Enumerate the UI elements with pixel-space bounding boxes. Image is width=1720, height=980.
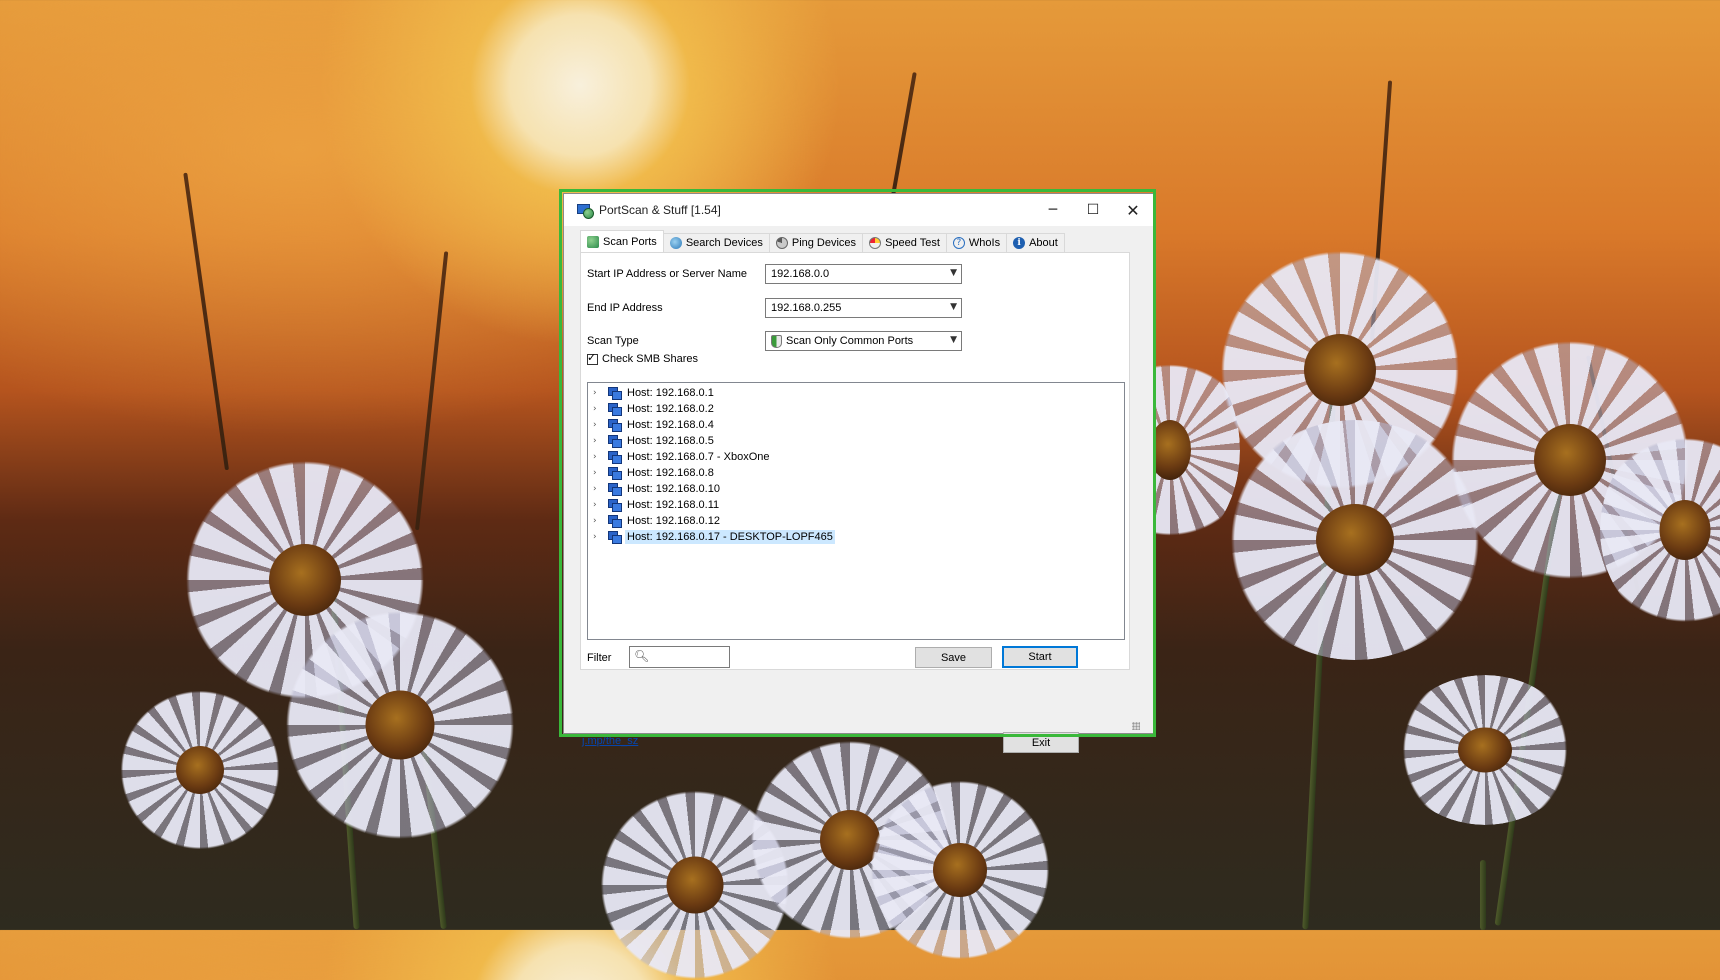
host-label: Host: 192.168.0.5 [627, 435, 714, 447]
tree-item-selected[interactable]: › Host: 192.168.0.17 - DESKTOP-LOPF465 [593, 529, 835, 545]
tab-label: About [1029, 237, 1058, 249]
start-ip-combobox[interactable]: 192.168.0.0 ▼ [765, 264, 962, 284]
computer-icon [608, 451, 622, 464]
end-ip-combobox[interactable]: 192.168.0.255 ▼ [765, 298, 962, 318]
scan-type-value: Scan Only Common Ports [786, 335, 914, 347]
tab-scan-ports[interactable]: Scan Ports [580, 230, 664, 252]
scan-ports-icon [587, 235, 599, 248]
expand-arrow-icon[interactable]: › [593, 436, 602, 446]
computer-icon [608, 531, 622, 544]
host-label: Host: 192.168.0.4 [627, 419, 714, 431]
host-label: Host: 192.168.0.1 [627, 387, 714, 399]
scan-type-select[interactable]: Scan Only Common Ports ▼ [765, 331, 962, 351]
speedometer-icon [869, 237, 882, 249]
host-tree[interactable]: › Host: 192.168.0.1 › Host: 192.168.0.2 … [587, 382, 1125, 640]
info-icon: i [1013, 237, 1026, 249]
start-ip-label: Start IP Address or Server Name [587, 268, 747, 280]
search-icon: 🔍︎ [634, 649, 650, 663]
scan-type-label: Scan Type [587, 335, 639, 347]
close-button[interactable]: ✕ [1113, 194, 1153, 226]
tree-item[interactable]: › Host: 192.168.0.10 [593, 481, 722, 497]
minimize-button[interactable]: ─ [1033, 194, 1073, 226]
maximize-button[interactable]: ☐ [1073, 194, 1113, 226]
tab-label: Speed Test [885, 237, 940, 249]
filter-input[interactable] [650, 649, 730, 667]
title-bar[interactable]: PortScan & Stuff [1.54] ─ ☐ ✕ [564, 194, 1153, 226]
tree-item[interactable]: › Host: 192.168.0.4 [593, 417, 716, 433]
shield-icon [771, 334, 782, 348]
tree-item[interactable]: › Host: 192.168.0.7 - XboxOne [593, 449, 771, 465]
host-label: Host: 192.168.0.17 - DESKTOP-LOPF465 [625, 530, 835, 544]
tab-speed-test[interactable]: Speed Test [862, 233, 947, 252]
end-ip-value: 192.168.0.255 [771, 302, 842, 314]
host-label: Host: 192.168.0.12 [627, 515, 720, 527]
expand-arrow-icon[interactable]: › [593, 516, 602, 526]
computer-icon [608, 419, 622, 432]
computer-icon [608, 435, 622, 448]
tab-label: Ping Devices [791, 237, 857, 249]
chevron-down-icon[interactable]: ▼ [950, 268, 957, 278]
app-icon[interactable] [576, 202, 594, 219]
tree-item[interactable]: › Host: 192.168.0.5 [593, 433, 716, 449]
resize-grip[interactable] [1132, 722, 1140, 730]
expand-arrow-icon[interactable]: › [593, 404, 602, 414]
homepage-link[interactable]: j.mp/the_sz [582, 735, 638, 747]
host-label: Host: 192.168.0.10 [627, 483, 720, 495]
save-button[interactable]: Save [915, 647, 992, 668]
expand-arrow-icon[interactable]: › [593, 532, 602, 542]
filter-label: Filter [587, 652, 612, 664]
tree-item[interactable]: › Host: 192.168.0.11 [593, 497, 721, 513]
computer-icon [608, 403, 622, 416]
smb-shares-checkbox[interactable]: ✓ [587, 350, 598, 365]
question-icon: ? [952, 237, 965, 249]
expand-arrow-icon[interactable]: › [593, 500, 602, 510]
chevron-down-icon[interactable]: ▼ [950, 302, 957, 312]
tab-label: Scan Ports [603, 235, 657, 248]
tree-item[interactable]: › Host: 192.168.0.8 [593, 465, 716, 481]
smb-shares-option[interactable]: ✓ Check SMB Shares [587, 350, 698, 365]
host-label: Host: 192.168.0.2 [627, 403, 714, 415]
host-label: Host: 192.168.0.7 - XboxOne [627, 451, 770, 463]
chevron-down-icon[interactable]: ▼ [950, 335, 957, 345]
scan-ports-page: Start IP Address or Server Name 192.168.… [580, 252, 1130, 670]
expand-arrow-icon[interactable]: › [593, 452, 602, 462]
end-ip-label: End IP Address [587, 302, 663, 314]
checkmark-icon: ✓ [587, 350, 597, 364]
app-window: PortScan & Stuff [1.54] ─ ☐ ✕ Scan Ports… [563, 193, 1154, 753]
host-label: Host: 192.168.0.8 [627, 467, 714, 479]
filter-field[interactable]: 🔍︎ [629, 646, 730, 668]
tree-item[interactable]: › Host: 192.168.0.2 [593, 401, 716, 417]
computer-icon [608, 387, 622, 400]
tab-strip: Scan Ports Search Devices Ping Devices S… [580, 230, 1065, 252]
expand-arrow-icon[interactable]: › [593, 388, 602, 398]
host-label: Host: 192.168.0.11 [627, 499, 720, 511]
computer-icon [608, 467, 622, 480]
tree-item[interactable]: › Host: 192.168.0.1 [593, 385, 716, 401]
tab-label: Search Devices [685, 237, 763, 249]
tab-label: WhoIs [968, 237, 1001, 249]
tree-item[interactable]: › Host: 192.168.0.12 [593, 513, 722, 529]
tab-whois[interactable]: ? WhoIs [945, 233, 1008, 252]
smb-shares-label: Check SMB Shares [602, 353, 698, 365]
start-ip-value: 192.168.0.0 [771, 268, 830, 280]
computer-icon [608, 515, 622, 528]
window-title: PortScan & Stuff [1.54] [599, 203, 721, 217]
tab-ping-devices[interactable]: Ping Devices [768, 233, 864, 252]
ping-icon [775, 237, 788, 249]
tab-about[interactable]: i About [1006, 233, 1065, 252]
window-client-area: Scan Ports Search Devices Ping Devices S… [574, 226, 1143, 753]
computer-icon [608, 499, 622, 512]
computer-icon [608, 483, 622, 496]
expand-arrow-icon[interactable]: › [593, 420, 602, 430]
expand-arrow-icon[interactable]: › [593, 468, 602, 478]
exit-button[interactable]: Exit [1003, 732, 1079, 753]
start-button[interactable]: Start [1002, 646, 1078, 668]
expand-arrow-icon[interactable]: › [593, 484, 602, 494]
tab-search-devices[interactable]: Search Devices [662, 233, 770, 252]
search-devices-icon [669, 237, 682, 249]
